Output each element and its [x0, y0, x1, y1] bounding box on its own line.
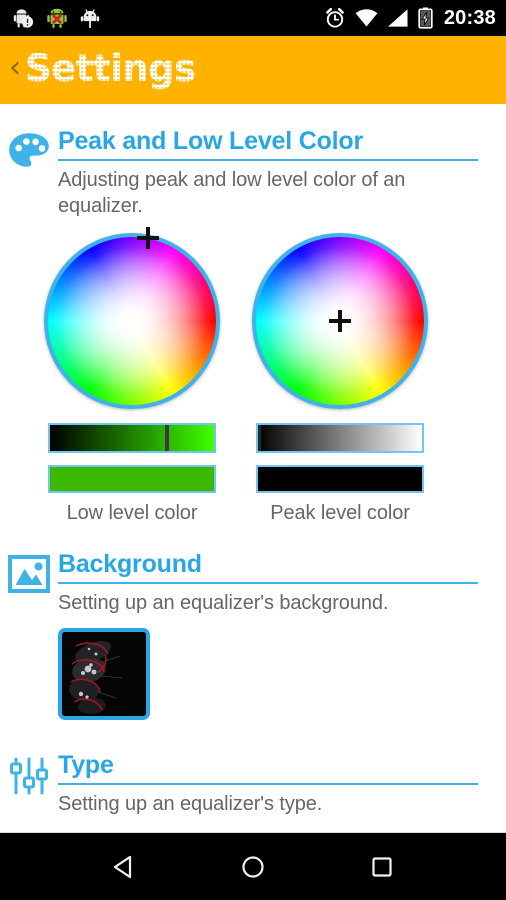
action-bar: ‹ Settings — [0, 36, 506, 104]
image-icon-wrap — [0, 549, 58, 593]
palette-icon-wrap — [0, 126, 58, 170]
back-chevron-icon[interactable]: ‹ — [5, 53, 25, 87]
status-bar: 20:38 — [0, 0, 506, 36]
section-background: Background Setting up an equalizer's bac… — [0, 525, 506, 720]
color-label-low-level: Low level color — [66, 502, 198, 524]
background-thumbnail-image — [62, 632, 146, 716]
cellular-signal-icon — [387, 9, 408, 27]
color-wheel-peak-level[interactable] — [252, 233, 428, 409]
back-triangle-icon — [114, 855, 132, 878]
color-wheel-marker-peak[interactable] — [329, 310, 351, 332]
app-title-wrap: Settings — [25, 47, 196, 93]
android-error-icon — [47, 8, 67, 28]
section-desc-background: Setting up an equalizer's background. — [58, 592, 389, 614]
home-circle-icon — [242, 855, 264, 878]
android-warning-icon — [13, 9, 34, 28]
back-nav-button[interactable] — [94, 833, 154, 900]
settings-content: Peak and Low Level Color Adjusting peak … — [0, 104, 506, 833]
alarm-icon — [325, 7, 344, 28]
color-picker-group: Low level color Peak level color — [36, 219, 478, 525]
section-type: Type Setting up an equalizer's type. — [0, 720, 506, 817]
section-peak-and-low-level-color: Peak and Low Level Color Adjusting peak … — [0, 104, 506, 525]
color-swatch-low-level — [48, 465, 216, 493]
android-head-icon — [80, 9, 100, 28]
equalizer-sliders-icon-wrap — [0, 750, 58, 796]
status-system-icons: 20:38 — [324, 7, 496, 29]
status-clock: 20:38 — [443, 7, 496, 29]
system-nav-bar — [0, 833, 506, 900]
section-body-background: Background Setting up an equalizer's bac… — [58, 549, 506, 720]
section-title-peak-and-low-level-color: Peak and Low Level Color — [58, 126, 478, 161]
status-notification-icons — [12, 7, 100, 29]
recents-square-icon — [372, 856, 392, 877]
equalizer-sliders-icon — [10, 757, 48, 795]
palette-icon — [9, 133, 49, 167]
page-title: Settings — [25, 47, 196, 93]
section-title-type: Type — [58, 750, 478, 785]
brightness-slider-low-level[interactable] — [48, 423, 216, 453]
background-thumbnail[interactable] — [58, 628, 150, 720]
battery-charging-icon — [418, 7, 433, 29]
color-picker-low-level: Low level color — [36, 227, 228, 525]
section-title-background: Background — [58, 549, 478, 584]
brightness-slider-peak-level[interactable] — [256, 423, 424, 453]
color-swatch-peak-level — [256, 465, 424, 493]
color-label-peak-level: Peak level color — [270, 502, 410, 524]
image-icon — [8, 555, 50, 593]
android-settings-screen: 20:38 ‹ Settings Peak and Low Level Colo… — [0, 0, 506, 900]
brightness-slider-thumb-peak[interactable] — [258, 425, 261, 451]
color-wheel-gradient-low[interactable] — [44, 233, 220, 409]
color-wheel-low-level[interactable] — [44, 227, 220, 409]
section-desc-peak-and-low-level-color: Adjusting peak and low level color of an… — [58, 169, 406, 217]
wifi-icon — [355, 9, 378, 27]
home-nav-button[interactable] — [223, 833, 283, 900]
recents-nav-button[interactable] — [352, 833, 412, 900]
color-wheel-marker-low[interactable] — [136, 227, 159, 250]
color-picker-peak-level: Peak level color — [244, 233, 436, 525]
section-body-peak-and-low-level-color: Peak and Low Level Color Adjusting peak … — [44, 126, 506, 525]
brightness-slider-thumb-low[interactable] — [164, 425, 169, 451]
section-body-type: Type Setting up an equalizer's type. — [58, 750, 506, 817]
section-desc-type: Setting up an equalizer's type. — [58, 793, 323, 815]
